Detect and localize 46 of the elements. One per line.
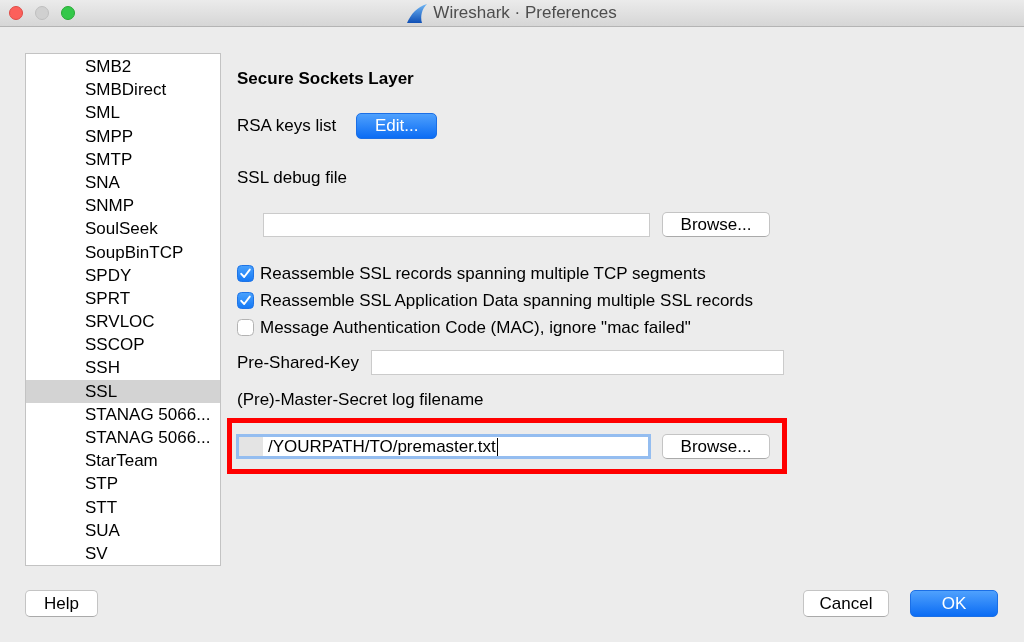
ok-button[interactable]: OK [910,590,998,617]
checkbox[interactable] [237,319,254,336]
checkbox-label: Reassemble SSL records spanning multiple TCP segments [260,263,706,284]
text-field[interactable] [370,350,784,375]
edit-button[interactable]: Edit... [356,113,438,139]
sidebar-item[interactable]: STANAG 5066... [26,426,220,450]
sidebar-item[interactable]: SNMP [26,194,220,218]
field-label: RSA keys list [237,116,337,136]
browse-button[interactable]: Browse... [662,434,770,459]
window-title: Wireshark · Preferences [433,3,617,23]
sidebar-item[interactable]: SUA [26,518,220,542]
section-heading: Secure Sockets Layer [237,69,415,89]
close-icon[interactable] [9,6,23,20]
field-label: SSL debug file [237,168,348,188]
sidebar-item[interactable]: SPRT [26,286,220,311]
sidebar-item[interactable]: StarTeam [26,449,220,473]
checkbox[interactable] [237,292,254,309]
browse-button[interactable]: Browse... [662,212,770,237]
sidebar-item[interactable]: SRVLOC [26,310,220,334]
checkbox[interactable] [237,265,254,282]
sidebar-item[interactable]: SMPP [26,124,220,148]
sidebar-item[interactable]: SSCOP [26,333,220,357]
sidebar-item[interactable]: SML [26,101,220,125]
shark-fin-icon [407,3,428,23]
zoom-icon[interactable] [61,6,75,20]
sidebar-item[interactable]: SPDY [26,263,220,287]
field-label: Pre-Shared-Key [237,352,359,373]
sidebar-item[interactable]: STANAG 5066... [26,402,220,426]
sidebar-item[interactable]: SV [26,541,220,565]
text-field[interactable]: /YOURPATH/TO/premaster.txt [236,434,651,459]
sidebar-item[interactable]: SMTP [26,147,220,171]
sidebar-item[interactable]: STP [26,472,220,496]
text-field[interactable] [263,212,650,237]
sidebar-item[interactable]: SMBDirect [26,78,220,102]
sidebar-item[interactable]: SSH [26,356,220,380]
sidebar-item[interactable]: SMB2 [26,55,220,79]
sidebar-item[interactable]: SoulSeek [26,217,220,241]
checkbox-label: Reassemble SSL Application Data spanning multiple SSL records [260,290,753,311]
cancel-button[interactable]: Cancel [803,590,889,617]
field-label: (Pre)-Master-Secret log filename [237,390,485,410]
sidebar-item[interactable]: STT [26,495,220,519]
sidebar-item[interactable]: SoupBinTCP [26,240,220,264]
checkbox-label: Message Authentication Code (MAC), ignore "mac failed" [260,317,691,338]
sidebar-item[interactable]: SNA [26,170,220,195]
help-button[interactable]: Help [25,590,98,617]
sidebar-item[interactable]: SSL [26,379,220,403]
